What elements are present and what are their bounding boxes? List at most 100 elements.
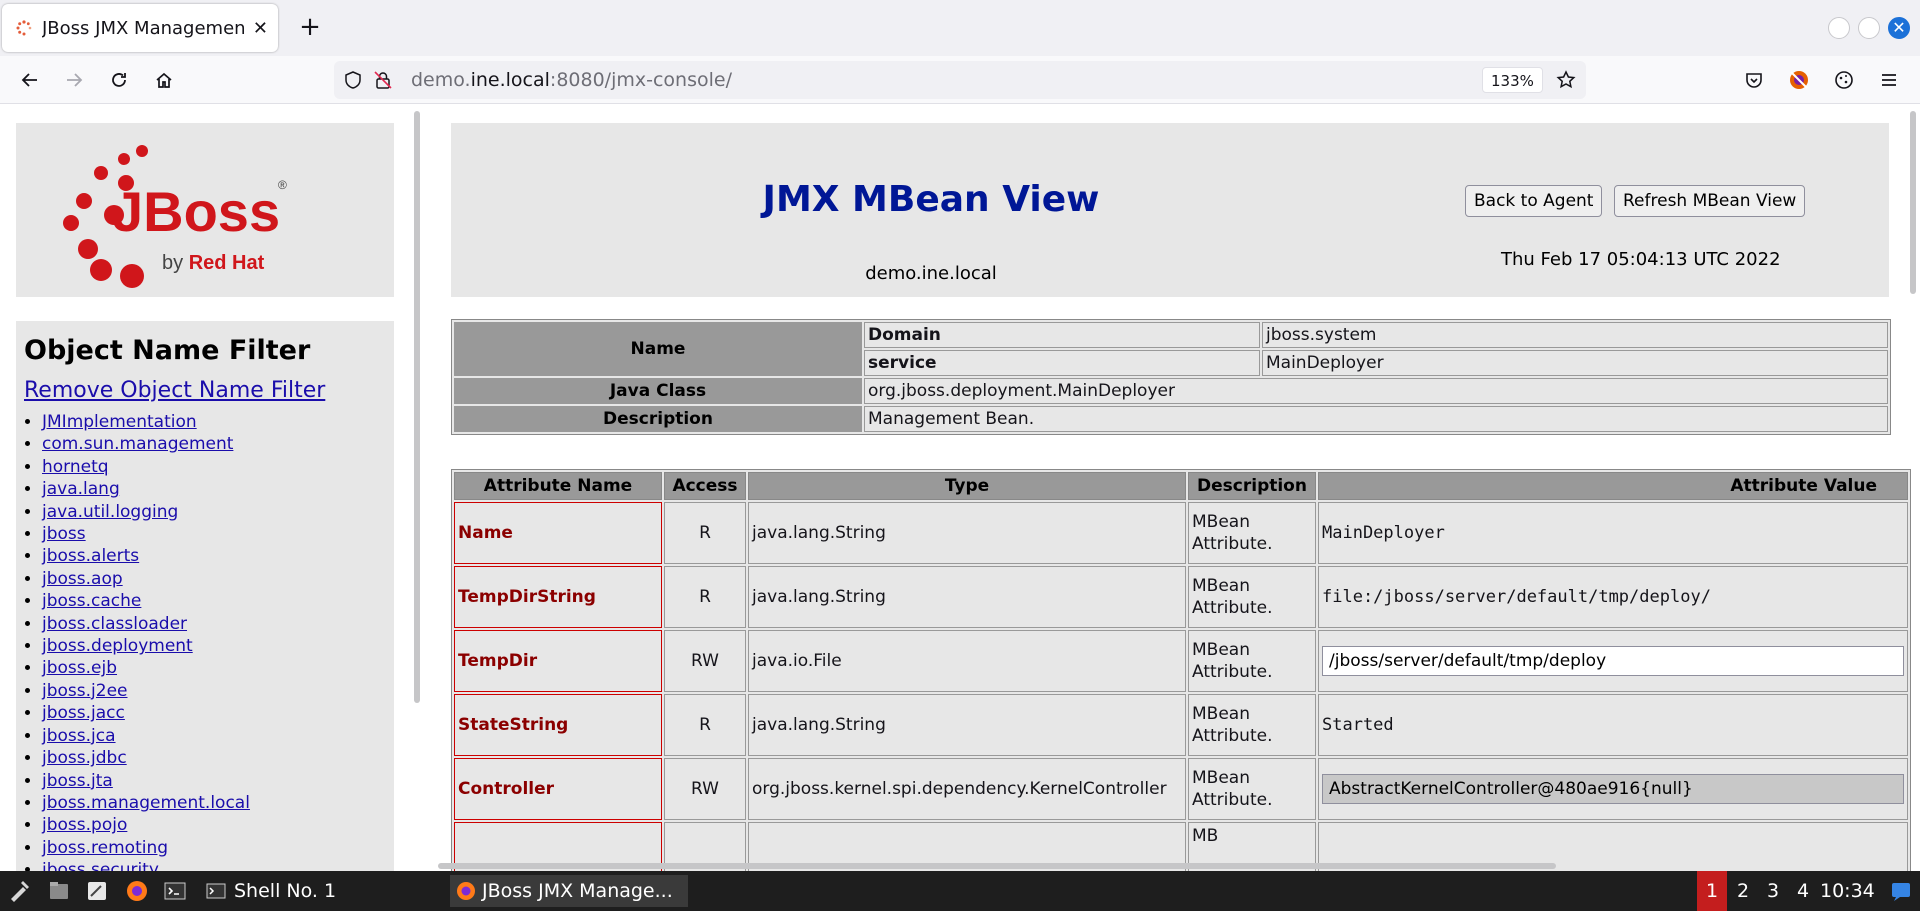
url-text[interactable]: demo.ine.local:8080/jmx-console/ [411,69,732,91]
workspace-1[interactable]: 1 [1697,871,1727,911]
list-item: jboss.classloader [42,613,386,635]
tab-strip: JBoss JMX Managemen ✕ + ✕ [0,0,1920,56]
domain-link[interactable]: jboss.jdbc [42,748,127,768]
url-bar[interactable]: demo.ine.local:8080/jmx-console/ 133% [334,61,1586,99]
zoom-indicator[interactable]: 133% [1482,67,1543,93]
host-name: demo.ine.local [865,263,997,284]
attribute-name: StateString [454,694,662,756]
reload-icon [112,73,126,87]
shell-task-button[interactable]: Shell No. 1 [202,875,432,907]
browser-tab-active[interactable]: JBoss JMX Managemen ✕ [2,4,278,52]
domain-link[interactable]: jboss.jta [42,771,113,791]
controller-value-input[interactable] [1322,774,1904,804]
attribute-description: MBean Attribute. [1188,566,1316,628]
domain-link[interactable]: jboss.alerts [42,546,139,566]
domain-link[interactable]: jboss.jca [42,726,116,746]
url-prefix: demo. [411,69,471,91]
app-menu-icon[interactable] [6,878,32,904]
jboss-logo: JBoss ® by Red Hat [63,145,287,288]
reload-button[interactable] [105,66,133,94]
list-item: jboss.aop [42,568,386,590]
back-button[interactable] [16,66,44,94]
domain-link[interactable]: jboss.cache [42,591,141,611]
domain-link[interactable]: java.lang [42,479,120,499]
filter-heading: Object Name Filter [24,335,311,366]
domain-link[interactable]: jboss.management.local [42,793,250,813]
minimize-window-button[interactable] [1828,17,1850,39]
table-row: TempDir RW java.io.File MBean Attribute. [454,630,1908,692]
domain-link[interactable]: com.sun.management [42,434,233,454]
list-item: jboss.ejb [42,657,386,679]
domain-link[interactable]: JMImplementation [42,412,197,432]
table-row: TempDirString R java.lang.String MBean A… [454,566,1908,628]
terminal-icon [206,883,226,899]
table-row: Description Management Bean. [454,406,1888,432]
attribute-access: R [664,566,746,628]
menu-button[interactable] [1875,66,1903,94]
domain-link[interactable]: jboss.jacc [42,703,125,723]
domain-link[interactable]: jboss.j2ee [42,681,128,701]
list-item: jboss.alerts [42,545,386,567]
list-item: jboss.jca [42,725,386,747]
right-frame-scrollbar[interactable] [1910,111,1916,294]
home-icon [156,72,172,88]
browser-task-button[interactable]: JBoss JMX Manage... [450,875,688,907]
domain-link[interactable]: jboss [42,524,86,544]
attribute-access: RW [664,630,746,692]
cookie-extension-button[interactable] [1830,66,1858,94]
attribute-description: MBean Attribute. [1188,694,1316,756]
shield-icon[interactable] [344,71,362,89]
taskbar: Shell No. 1 JBoss JMX Manage... 1 2 3 4 … [0,871,1920,911]
attribute-value: file:/jboss/server/default/tmp/deploy/ [1318,566,1908,628]
svg-text:®: ® [278,178,287,192]
clock: 10:34 [1820,880,1875,902]
domain-link[interactable]: jboss.remoting [42,838,168,858]
domain-link[interactable]: hornetq [42,457,109,477]
mbean-info-table: Name Domain jboss.system service MainDep… [451,319,1891,435]
extension-button[interactable] [1785,66,1813,94]
domain-link[interactable]: java.util.logging [42,502,178,522]
back-to-agent-button[interactable]: Back to Agent [1465,185,1603,217]
workspace-3[interactable]: 3 [1758,871,1788,911]
refresh-mbean-view-button[interactable]: Refresh MBean View [1614,185,1806,217]
page-content: JBoss ® by Red Hat Object Name Filter Re… [0,105,1920,871]
description-label: Description [454,406,862,432]
terminal-icon[interactable] [162,878,188,904]
firefox-icon [457,882,475,900]
bookmark-star-icon[interactable] [1556,70,1576,90]
domain-link[interactable]: jboss.classloader [42,614,187,634]
maximize-window-button[interactable] [1858,17,1880,39]
attribute-name: TempDir [454,630,662,692]
page-title: JMX MBean View [762,179,1100,220]
domain-link[interactable]: jboss.deployment [42,636,193,656]
forward-button[interactable] [60,66,88,94]
tempdir-value-input[interactable] [1322,646,1904,676]
remove-filter-link[interactable]: Remove Object Name Filter [24,378,386,403]
list-item: hornetq [42,456,386,478]
firefox-icon[interactable] [124,878,150,904]
notification-icon[interactable] [1888,878,1914,904]
new-tab-button[interactable]: + [294,12,326,44]
domain-link[interactable]: jboss.security [42,860,159,871]
mbean-header: JMX MBean View demo.ine.local Back to Ag… [451,123,1889,297]
horizontal-scrollbar[interactable] [438,863,1556,869]
domain-link[interactable]: jboss.pojo [42,815,127,835]
table-row: Controller RW org.jboss.kernel.spi.depen… [454,758,1908,820]
attribute-type: java.io.File [748,630,1186,692]
left-frame-scrollbar[interactable] [414,111,420,703]
attribute-type: org.jboss.kernel.spi.dependency.KernelCo… [748,758,1186,820]
domain-link[interactable]: jboss.aop [42,569,123,589]
list-item: jboss.security [42,859,386,871]
workspace-4[interactable]: 4 [1788,871,1818,911]
home-button[interactable] [150,66,178,94]
hamburger-menu-icon [1882,74,1896,86]
timestamp: Thu Feb 17 05:04:13 UTC 2022 [1501,249,1781,270]
tab-close-icon[interactable]: ✕ [253,18,268,39]
pocket-button[interactable] [1740,66,1768,94]
text-editor-icon[interactable] [84,878,110,904]
insecure-lock-icon[interactable] [374,71,392,89]
file-manager-icon[interactable] [46,878,72,904]
workspace-2[interactable]: 2 [1728,871,1758,911]
domain-link[interactable]: jboss.ejb [42,658,117,678]
close-window-button[interactable]: ✕ [1888,17,1910,39]
